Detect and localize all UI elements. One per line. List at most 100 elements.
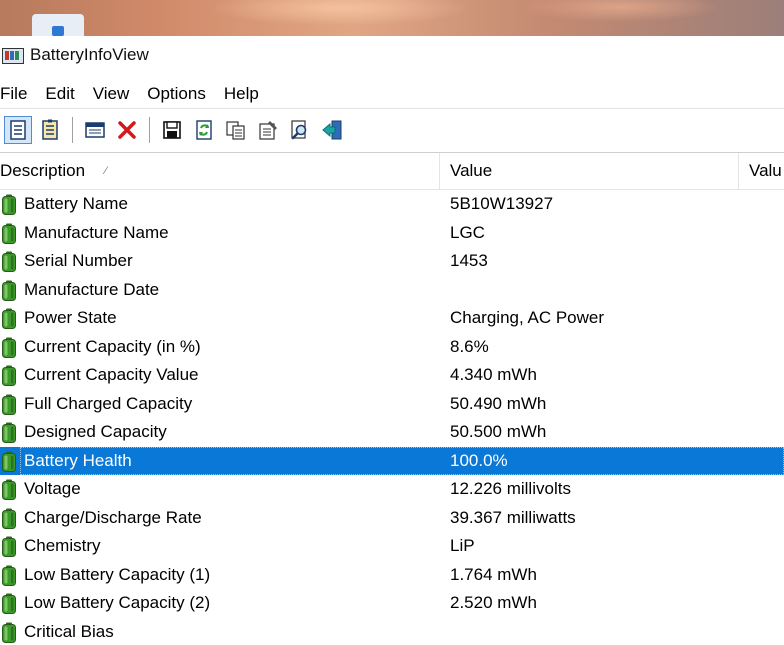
list-row[interactable]: Battery Name 5B10W13927 [0,190,784,219]
toolbar-separator [72,117,73,143]
refresh-icon [196,120,212,140]
desktop-background [0,0,784,36]
list-rows: Battery Name 5B10W13927 Manufacture Name… [0,190,784,645]
battery-icon [2,622,16,643]
list-row-selected[interactable]: Battery Health 100.0% [0,446,784,475]
battery-icon [2,536,16,557]
battery-icon [2,337,16,358]
list-row[interactable]: Charge/Discharge Rate 39.367 milliwatts [0,504,784,533]
battery-log-button[interactable] [36,116,64,144]
column-header-value[interactable]: Value [441,153,739,189]
list-row[interactable]: Manufacture Date [0,276,784,305]
row-description: Low Battery Capacity (2) [24,593,211,612]
row-description: Voltage [24,479,81,498]
row-value: Charging, AC Power [450,308,605,327]
menu-options[interactable]: Options [147,84,216,104]
row-value: 1.764 mWh [450,564,537,584]
row-value: LGC [450,222,485,242]
row-description: Current Capacity (in %) [24,336,201,356]
menu-view[interactable]: View [93,84,140,104]
window-button[interactable] [81,116,109,144]
row-value: 5B10W13927 [450,194,554,213]
row-value: LiP [450,536,475,555]
exit-icon [322,120,342,140]
list-row[interactable]: Serial Number 1453 [0,247,784,276]
battery-icon [2,508,16,529]
title-bar: BatteryInfoView [0,36,784,74]
list-row[interactable]: Manufacture Name LGC [0,219,784,248]
toolbar [0,111,784,149]
row-value: 8.6% [450,336,489,356]
row-description: Chemistry [24,536,101,555]
save-icon [163,121,181,139]
battery-icon [2,479,16,500]
row-value: 1453 [450,251,488,270]
row-description: Charge/Discharge Rate [24,507,202,527]
list-row[interactable]: Current Capacity (in %) 8.6% [0,333,784,362]
list-row[interactable]: Low Battery Capacity (1) 1.764 mWh [0,561,784,590]
row-value: 39.367 milliwatts [450,507,576,527]
battery-app-icon [2,46,24,64]
battery-icon [2,593,16,614]
battery-icon [2,394,16,415]
row-value: 50.500 mWh [450,422,547,441]
menu-file[interactable]: File [0,84,37,104]
battery-icon [2,451,16,472]
row-description: Full Charged Capacity [24,393,193,413]
row-description: Manufacture Date [24,279,160,299]
list-row[interactable]: Voltage 12.226 millivolts [0,475,784,504]
battery-icon [2,365,16,386]
row-description: Battery Name [24,194,128,213]
list-row[interactable]: Low Battery Capacity (2) 2.520 mWh [0,589,784,618]
properties-icon [10,120,26,140]
battery-icon [2,194,16,215]
find-button[interactable] [286,116,314,144]
toolbar-separator [149,117,150,143]
properties-button[interactable] [4,116,32,144]
row-value: 2.520 mWh [450,593,537,612]
list-header: Description ⁄ Value Valu [0,153,784,190]
battery-icon [2,565,16,586]
row-value: 50.490 mWh [450,393,547,413]
list-row[interactable]: Critical Bias [0,618,784,645]
row-description: Battery Health [24,450,132,470]
save-button[interactable] [158,116,186,144]
row-value: 100.0% [450,450,508,470]
row-description: Serial Number [24,251,133,270]
battery-log-icon [42,119,58,140]
list-row[interactable]: Power State Charging, AC Power [0,304,784,333]
column-header-description[interactable]: Description ⁄ [0,153,440,189]
desktop-shortcut-icon[interactable] [32,14,84,36]
menu-edit[interactable]: Edit [45,84,84,104]
row-description: Current Capacity Value [24,365,199,384]
refresh-button[interactable] [190,116,218,144]
menu-help[interactable]: Help [224,84,269,104]
list-row[interactable]: Chemistry LiP [0,532,784,561]
column-header-value-2[interactable]: Valu [740,153,784,189]
battery-icon [2,223,16,244]
list-row[interactable]: Current Capacity Value 4.340 mWh [0,361,784,390]
row-value: 4.340 mWh [450,365,537,384]
close-x-icon [118,121,136,139]
battery-icon [2,251,16,272]
battery-info-list[interactable]: Description ⁄ Value Valu Battery Name 5B… [0,153,784,645]
battery-icon [2,422,16,443]
copy-button[interactable] [222,116,250,144]
delete-button[interactable] [113,116,141,144]
battery-icon [2,308,16,329]
find-icon [291,120,307,140]
properties-sheet-button[interactable] [254,116,282,144]
list-row[interactable]: Designed Capacity 50.500 mWh [0,418,784,447]
exit-button[interactable] [318,116,346,144]
copy-icon [226,121,245,140]
list-row[interactable]: Full Charged Capacity 50.490 mWh [0,390,784,419]
window-title: BatteryInfoView [30,45,149,64]
row-description: Manufacture Name [24,222,169,242]
row-description: Critical Bias [24,621,114,641]
row-description: Low Battery Capacity (1) [24,564,211,584]
sort-ascending-icon: ⁄ [105,165,107,177]
properties-sheet-icon [259,121,277,140]
menu-divider [0,108,784,109]
battery-icon [2,280,16,301]
menu-bar: File Edit View Options Help [0,80,784,108]
